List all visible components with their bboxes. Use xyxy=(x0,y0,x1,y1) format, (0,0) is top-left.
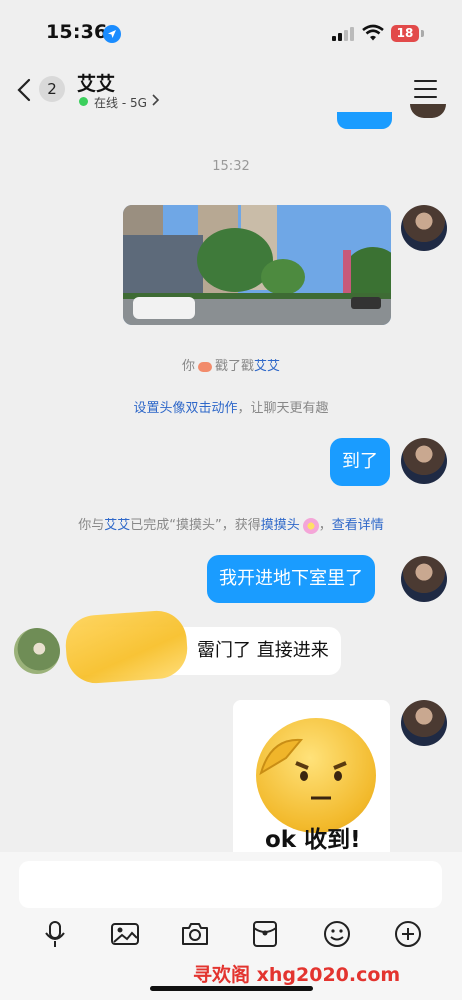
back-chevron-icon[interactable] xyxy=(15,78,35,102)
message-bubble-basement[interactable]: 我开进地下室里了 xyxy=(207,555,375,603)
avatar-me[interactable] xyxy=(401,205,447,251)
achv-prefix: 你与 xyxy=(78,518,105,533)
emoji-icon[interactable] xyxy=(322,919,352,949)
message-timestamp: 15:32 xyxy=(212,159,250,174)
system-message-avatar-tip: 设置头像双击动作，让聊天更有趣 xyxy=(0,397,462,416)
avatar-me-partial[interactable] xyxy=(410,104,446,118)
unread-count-badge[interactable]: 2 xyxy=(39,76,65,102)
achv-badge-link[interactable]: 摸摸头 xyxy=(261,518,300,533)
system-message-poke: 你 戳了戳艾艾 xyxy=(0,355,462,374)
plus-icon[interactable] xyxy=(393,919,423,949)
battery-level: 18 xyxy=(391,25,419,42)
flower-badge-icon xyxy=(302,517,319,534)
poke-you-text: 你 xyxy=(181,359,195,374)
home-indicator[interactable] xyxy=(150,986,313,991)
menu-icon[interactable] xyxy=(414,80,437,98)
message-bubble-partial[interactable] xyxy=(337,112,392,129)
message-bubble-arrived[interactable]: 到了 xyxy=(330,438,390,486)
avatar-me[interactable] xyxy=(401,556,447,602)
microphone-icon[interactable] xyxy=(40,919,70,949)
camera-icon[interactable] xyxy=(180,919,210,949)
poke-action-text: 戳了戳 xyxy=(214,359,254,374)
achv-name-link[interactable]: 艾艾 xyxy=(104,518,130,533)
avatar-friend[interactable] xyxy=(14,628,60,674)
sticker-message[interactable]: ok 收到! xyxy=(233,700,390,860)
chat-title[interactable]: 艾艾 xyxy=(77,69,115,96)
photo-message[interactable] xyxy=(123,205,391,325)
sticker-caption: ok 收到! xyxy=(265,827,361,853)
avatar-me[interactable] xyxy=(401,700,447,746)
battery-tip xyxy=(421,30,424,37)
avatar-me[interactable] xyxy=(401,438,447,484)
message-input[interactable] xyxy=(19,861,442,908)
system-message-achievement: 你与艾艾已完成“摸摸头”，获得摸摸头 ，查看详情 xyxy=(0,514,462,534)
online-status-dot xyxy=(79,97,88,106)
cellular-signal-icon xyxy=(332,27,354,41)
achv-mid: 已完成“摸摸头”，获得 xyxy=(130,518,261,533)
poke-finger-icon xyxy=(197,361,212,372)
poke-name-link[interactable]: 艾艾 xyxy=(254,359,280,374)
achv-sep: ， xyxy=(318,518,332,533)
chevron-right-icon[interactable] xyxy=(152,94,160,110)
status-time: 15:36 xyxy=(46,21,108,43)
location-arrow-icon xyxy=(103,25,121,43)
watermark-text: 寻欢阁 xhg2020.com xyxy=(193,964,401,986)
set-avatar-tip-text: ，让聊天更有趣 xyxy=(237,401,329,416)
red-packet-icon[interactable] xyxy=(250,919,280,949)
saluting-face-sticker xyxy=(256,718,376,833)
wifi-icon xyxy=(362,24,384,42)
image-icon[interactable] xyxy=(110,919,140,949)
set-avatar-action-link[interactable]: 设置头像双击动作 xyxy=(133,401,237,416)
achv-detail-link[interactable]: 查看详情 xyxy=(332,518,384,533)
online-status[interactable]: 在线 - 5G xyxy=(94,94,147,111)
redaction-scribble xyxy=(63,608,190,686)
